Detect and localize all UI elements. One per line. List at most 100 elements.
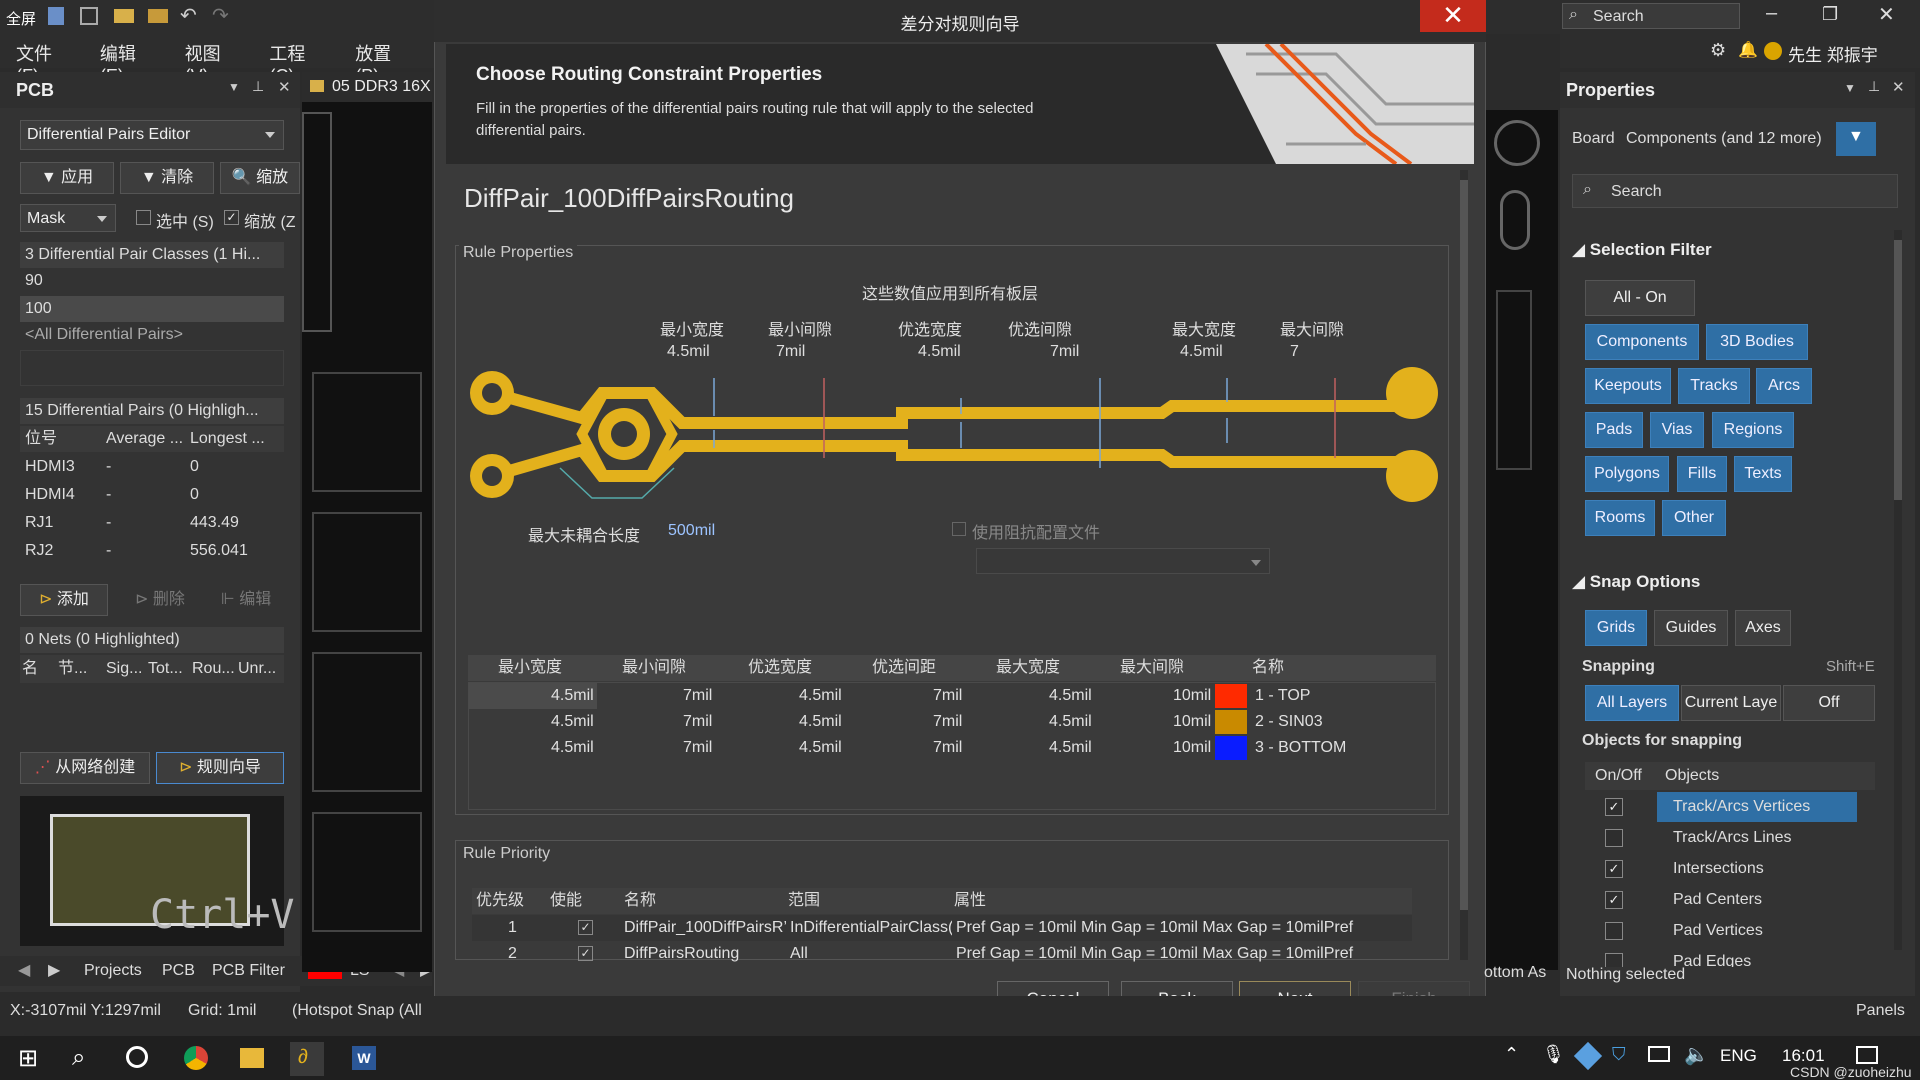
col-scope[interactable]: 范围 [788, 888, 820, 914]
tab-pcb[interactable]: PCB [162, 956, 195, 986]
notifications-icon[interactable] [1856, 1046, 1878, 1064]
table-row[interactable]: 2 ✓ DiffPairsRouting All Pref Gap = 10mi… [472, 941, 1412, 963]
col-max-gap[interactable]: 最大间隙 [1120, 655, 1184, 681]
panel-menu-icon[interactable]: ▼ [228, 80, 240, 94]
cell-min-gap[interactable]: 7mil [683, 735, 712, 761]
filter-tracks[interactable]: Tracks [1678, 368, 1750, 404]
list-item[interactable]: Pad Vertices [1585, 916, 1857, 946]
col-attributes[interactable]: 属性 [954, 888, 986, 914]
cell-max-gap[interactable]: 10mil [1173, 683, 1211, 709]
col-on-off[interactable]: On/Off [1595, 762, 1642, 790]
col-nodes[interactable]: 节... [58, 655, 87, 683]
impedance-profile-select[interactable] [976, 548, 1270, 574]
filter-rooms[interactable]: Rooms [1585, 500, 1655, 536]
components-scope-label[interactable]: Components (and 12 more) [1626, 130, 1822, 148]
pcb-canvas-right[interactable] [1486, 110, 1558, 970]
col-pref-width[interactable]: 优选宽度 [748, 655, 812, 681]
delete-pair-button[interactable]: ⊳ 删除 [120, 584, 200, 616]
list-item[interactable]: ✓ Pad Centers [1585, 885, 1857, 915]
app-close-icon[interactable]: ✕ [1878, 2, 1895, 27]
col-priority[interactable]: 优先级 [476, 888, 524, 914]
cell-pref-width[interactable]: 4.5mil [799, 683, 842, 709]
pin-icon[interactable]: ⊥ [1868, 78, 1880, 95]
selection-filter-heading[interactable]: ◢ Selection Filter [1572, 240, 1712, 260]
minimize-icon[interactable]: – [1766, 2, 1777, 25]
pcb-canvas[interactable]: 05 DDR3 16X [302, 72, 432, 972]
windows-start-icon[interactable]: ⊞ [18, 1044, 38, 1073]
filter-pads[interactable]: Pads [1585, 412, 1643, 448]
chrome-icon[interactable] [184, 1046, 208, 1070]
tab-next-icon[interactable]: ▶ [48, 956, 60, 986]
word-icon[interactable]: W [352, 1046, 376, 1070]
table-row[interactable]: RJ1 - 443.49 [20, 510, 284, 538]
edit-pair-button[interactable]: ⊩ 编辑 [206, 584, 286, 616]
language-indicator[interactable]: ENG [1720, 1046, 1757, 1066]
select-checkbox[interactable] [136, 210, 151, 225]
panels-button[interactable]: Panels [1856, 1002, 1905, 1020]
doc-tab[interactable]: 05 DDR3 16X [302, 72, 432, 102]
global-search-input[interactable]: ⌕ Search [1562, 3, 1740, 29]
col-total[interactable]: Tot... [148, 655, 183, 683]
cell-max-gap[interactable]: 10mil [1173, 709, 1211, 735]
snapping-off[interactable]: Off [1783, 685, 1875, 721]
open-project-icon[interactable] [148, 9, 168, 23]
clock[interactable]: 16:01 [1782, 1046, 1825, 1066]
file-explorer-icon[interactable] [240, 1048, 264, 1068]
create-from-net-button[interactable]: ⋰ 从网络创建 [20, 752, 150, 784]
undo-icon[interactable]: ↶ [180, 3, 197, 28]
tab-projects[interactable]: Projects [84, 956, 142, 986]
clear-button[interactable]: ▼ 清除 [120, 162, 214, 194]
enabled-checkbox[interactable]: ✓ [578, 920, 593, 935]
col-layer-name[interactable]: 名称 [1252, 655, 1284, 681]
zoom-button[interactable]: 🔍 缩放 [220, 162, 300, 194]
snap-object-checkbox[interactable] [1605, 953, 1623, 967]
add-pair-button[interactable]: ⊳ 添加 [20, 584, 108, 616]
class-item-selected[interactable]: 100 [20, 296, 284, 322]
snap-object-checkbox[interactable]: ✓ [1605, 798, 1623, 816]
filter-texts[interactable]: Texts [1734, 456, 1792, 492]
table-row[interactable]: HDMI3 - 0 [20, 454, 284, 482]
list-item[interactable]: Pad Edges [1585, 947, 1857, 967]
table-row[interactable]: 4.5mil 7mil 4.5mil 7mil 4.5mil 10mil 3 -… [469, 735, 1437, 761]
col-min-gap[interactable]: 最小间隙 [622, 655, 686, 681]
avatar[interactable] [1764, 42, 1782, 60]
cell-min-width[interactable]: 4.5mil [551, 709, 594, 735]
pcb-mode-select[interactable]: Differential Pairs Editor [20, 120, 284, 150]
panel-close-icon[interactable]: ✕ [278, 78, 291, 96]
cell-max-width[interactable]: 4.5mil [1049, 709, 1092, 735]
notification-icon[interactable]: 🔔 [1738, 40, 1758, 60]
snap-object-checkbox[interactable]: ✓ [1605, 860, 1623, 878]
snap-object-checkbox[interactable] [1605, 922, 1623, 940]
filter-components[interactable]: Components [1585, 324, 1699, 360]
snap-guides-button[interactable]: Guides [1654, 610, 1728, 646]
cell-min-width[interactable]: 4.5mil [551, 735, 594, 761]
user-name[interactable]: 先生 郑振宇 [1788, 41, 1878, 66]
dialog-close-button[interactable]: ✕ [1420, 0, 1486, 32]
tab-prev-icon[interactable]: ◀ [18, 956, 30, 986]
snap-grids-button[interactable]: Grids [1585, 610, 1647, 646]
list-item[interactable]: ✓ Intersections [1585, 854, 1857, 884]
taskbar-search-icon[interactable]: ⌕ [72, 1044, 85, 1072]
all-on-button[interactable]: All - On [1585, 280, 1695, 316]
tray-expand-icon[interactable]: ⌃ [1504, 1044, 1519, 1065]
properties-scrollbar[interactable] [1894, 230, 1902, 950]
col-designator[interactable]: 位号 [25, 426, 57, 452]
filter-fills[interactable]: Fills [1677, 456, 1727, 492]
mask-select[interactable]: Mask [20, 204, 116, 232]
cell-pref-width[interactable]: 4.5mil [799, 735, 842, 761]
restore-icon[interactable]: ❐ [1822, 4, 1838, 25]
snapping-current-layer[interactable]: Current Laye [1681, 685, 1781, 721]
network-app-icon[interactable] [1573, 1041, 1603, 1071]
cell-max-width[interactable]: 4.5mil [1049, 735, 1092, 761]
tab-pcb-filter[interactable]: PCB Filter [212, 956, 285, 986]
impedance-profile-checkbox[interactable] [952, 522, 966, 536]
max-uncoupled-length-value[interactable]: 500mil [668, 522, 715, 540]
pin-icon[interactable]: ⊥ [252, 78, 264, 95]
enabled-checkbox[interactable]: ✓ [578, 946, 593, 961]
zoom-checkbox[interactable]: ✓ [224, 210, 239, 225]
table-row[interactable]: 1 ✓ DiffPair_100DiffPairsR’ InDifferenti… [472, 915, 1412, 941]
dialog-scrollbar[interactable] [1460, 170, 1468, 960]
filter-regions[interactable]: Regions [1712, 412, 1794, 448]
classes-header[interactable]: 3 Differential Pair Classes (1 Hi... [20, 242, 284, 268]
panel-menu-icon[interactable]: ▼ [1844, 81, 1856, 95]
